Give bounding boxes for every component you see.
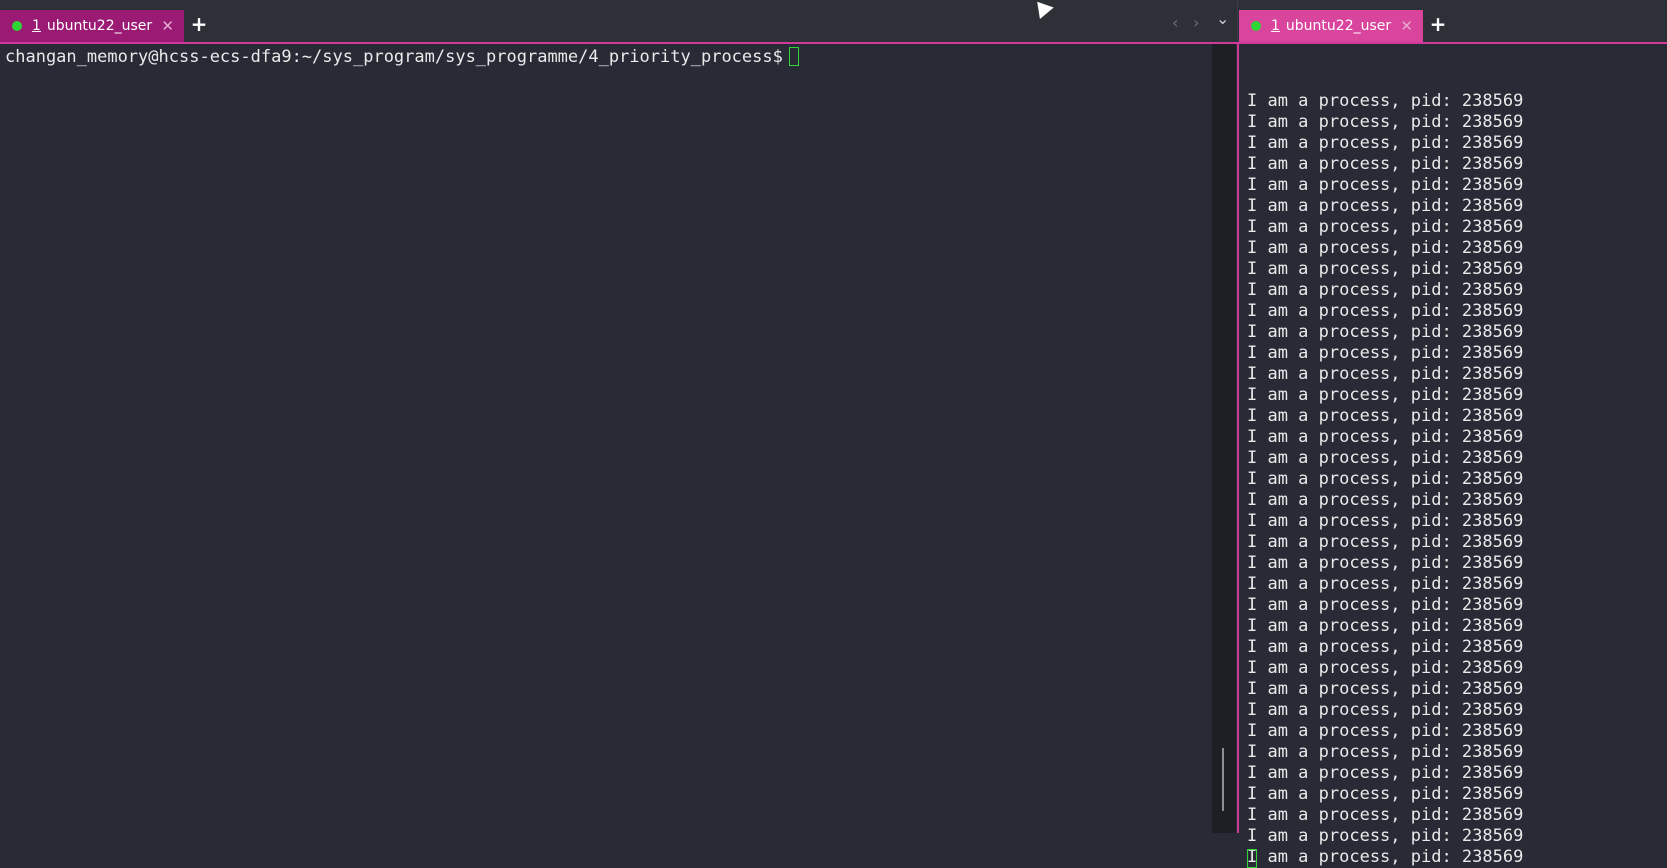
output-line: I am a process, pid: 238569 (1247, 721, 1524, 741)
tab-label: 1 ubuntu22_user (1271, 18, 1391, 34)
output-line: I am a process, pid: 238569 (1247, 679, 1524, 699)
output-line: I am a process, pid: 238569 (1247, 238, 1524, 258)
output-line: I am a process, pid: 238569 (1247, 553, 1524, 573)
output-line: I am a process, pid: 238569 (1247, 658, 1524, 678)
output-line: I am a process, pid: 238569 (1247, 259, 1524, 279)
output-line: I am a process, pid: 238569 (1247, 637, 1524, 657)
tab-label: 1 ubuntu22_user (32, 18, 152, 34)
chevron-right-icon[interactable]: › (1193, 13, 1199, 32)
output-line: I am a process, pid: 238569 (1247, 826, 1524, 846)
scrollbar-thumb[interactable] (1222, 748, 1224, 811)
tab-title: ubuntu22_user (46, 18, 153, 34)
output-line: I am a process, pid: 238569 (1247, 847, 1524, 867)
terminal-output: I am a process, pid: 238569 I am a proces… (1247, 91, 1523, 868)
output-line: I am a process, pid: 238569 (1247, 385, 1524, 405)
output-line: I am a process, pid: 238569 (1247, 196, 1524, 216)
output-line: I am a process, pid: 238569 (1247, 511, 1524, 531)
right-terminal-pane[interactable]: I am a process, pid: 238569 I am a proces… (1237, 44, 1667, 868)
left-terminal-pane[interactable] (0, 44, 1212, 833)
connection-status-icon (1251, 21, 1261, 31)
output-line: I am a process, pid: 238569 (1247, 301, 1524, 321)
output-line: I am a process, pid: 238569 (1247, 175, 1524, 195)
add-tab-button[interactable]: + (1427, 13, 1449, 35)
output-line: I am a process, pid: 238569 (1247, 532, 1524, 552)
output-line: I am a process, pid: 238569 (1247, 406, 1524, 426)
output-line: I am a process, pid: 238569 (1247, 427, 1524, 447)
close-tab-icon[interactable]: ✕ (1400, 17, 1413, 35)
output-line: I am a process, pid: 238569 (1247, 574, 1524, 594)
output-line: I am a process, pid: 238569 (1247, 490, 1524, 510)
text-cursor (1247, 849, 1257, 868)
tab-ubuntu22-user-right[interactable]: 1 ubuntu22_user ✕ (1239, 10, 1423, 42)
output-line: I am a process, pid: 238569 (1247, 364, 1524, 384)
output-line: I am a process, pid: 238569 (1247, 469, 1524, 489)
output-line: I am a process, pid: 238569 (1247, 700, 1524, 720)
tab-ubuntu22-user-left[interactable]: 1 ubuntu22_user ✕ (0, 10, 184, 42)
output-line: I am a process, pid: 238569 (1247, 742, 1524, 762)
output-line: I am a process, pid: 238569 (1247, 616, 1524, 636)
connection-status-icon (12, 21, 22, 31)
shell-prompt: changan_memory@hcss-ecs-dfa9:~/sys_progr… (5, 47, 799, 68)
prompt-text: changan_memory@hcss-ecs-dfa9:~/sys_progr… (5, 47, 783, 67)
output-line: I am a process, pid: 238569 (1247, 784, 1524, 804)
output-line: I am a process, pid: 238569 (1247, 280, 1524, 300)
output-line: I am a process, pid: 238569 (1247, 805, 1524, 825)
text-cursor (788, 47, 799, 66)
output-line: I am a process, pid: 238569 (1247, 448, 1524, 468)
output-line: I am a process, pid: 238569 (1247, 133, 1524, 153)
output-line: I am a process, pid: 238569 (1247, 595, 1524, 615)
output-line: I am a process, pid: 238569 (1247, 217, 1524, 237)
tab-number: 1 (1271, 18, 1280, 34)
close-tab-icon[interactable]: ✕ (161, 17, 174, 35)
left-scrollbar[interactable] (1212, 44, 1236, 833)
output-line: I am a process, pid: 238569 (1247, 763, 1524, 783)
tab-number: 1 (32, 18, 41, 34)
chevron-left-icon[interactable]: ‹ (1172, 13, 1178, 32)
output-line: I am a process, pid: 238569 (1247, 91, 1524, 111)
output-line: I am a process, pid: 238569 (1247, 343, 1524, 363)
output-line: I am a process, pid: 238569 (1247, 112, 1524, 132)
output-line: I am a process, pid: 238569 (1247, 322, 1524, 342)
add-tab-button[interactable]: + (188, 13, 210, 35)
chevron-down-icon[interactable]: ⌄ (1216, 9, 1229, 28)
output-line: I am a process, pid: 238569 (1247, 154, 1524, 174)
tab-title: ubuntu22_user (1285, 18, 1392, 34)
right-tab-bar: 1 ubuntu22_user ✕ + (1237, 0, 1667, 42)
